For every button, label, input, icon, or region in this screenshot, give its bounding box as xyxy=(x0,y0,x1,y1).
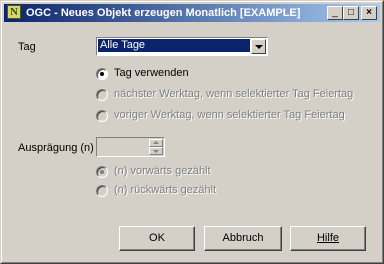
help-button-label: Hilfe xyxy=(316,232,339,244)
auspraegung-label: Ausprägung (n) xyxy=(18,142,94,154)
help-button[interactable]: Hilfe xyxy=(290,226,366,251)
radio-tag-verwenden[interactable] xyxy=(96,68,108,80)
spin-up-button[interactable] xyxy=(149,139,163,147)
cancel-button-label: Abbruch xyxy=(222,232,264,244)
radio-voriger-werktag-label: voriger Werktag, wenn selektierter Tag F… xyxy=(114,109,345,121)
title-bar[interactable]: N OGC - Neues Objekt erzeugen Monatlich … xyxy=(4,4,380,22)
dialog-window: N OGC - Neues Objekt erzeugen Monatlich … xyxy=(0,0,384,264)
tag-select-value: Alle Tage xyxy=(98,39,250,52)
tag-select-dropdown-button[interactable] xyxy=(251,39,266,54)
radio-dot xyxy=(100,170,104,174)
maximize-icon: □ xyxy=(347,7,355,18)
tag-select[interactable]: Alle Tage xyxy=(96,37,268,56)
radio-rueckwaerts[interactable] xyxy=(96,185,108,197)
chevron-down-icon xyxy=(153,150,159,153)
ok-button[interactable]: OK xyxy=(119,226,195,251)
cancel-button[interactable]: Abbruch xyxy=(204,226,282,251)
ok-button-label: OK xyxy=(149,232,165,244)
radio-naechster-werktag-label: nächster Werktag, wenn selektierter Tag … xyxy=(114,88,354,100)
radio-tag-verwenden-label: Tag verwenden xyxy=(114,67,189,79)
chevron-down-icon xyxy=(255,45,263,49)
auspraegung-spinner[interactable] xyxy=(96,137,165,157)
radio-dot xyxy=(100,72,104,76)
radio-vorwaerts-label: (n) vorwärts gezählt xyxy=(114,165,211,177)
radio-vorwaerts[interactable] xyxy=(96,166,108,178)
spin-down-button[interactable] xyxy=(149,147,163,155)
app-icon: N xyxy=(7,5,21,19)
radio-rueckwaerts-label: (n) rückwärts gezählt xyxy=(114,184,217,196)
radio-naechster-werktag[interactable] xyxy=(96,89,108,101)
window-title: OGC - Neues Objekt erzeugen Monatlich [E… xyxy=(26,7,301,19)
minimize-icon: _ xyxy=(332,7,338,18)
close-icon: × xyxy=(366,7,372,18)
maximize-button[interactable]: □ xyxy=(343,6,359,20)
minimize-button[interactable]: _ xyxy=(327,6,343,20)
close-button[interactable]: × xyxy=(361,6,377,20)
tag-label: Tag xyxy=(18,41,36,53)
chevron-up-icon xyxy=(153,141,159,144)
radio-voriger-werktag[interactable] xyxy=(96,110,108,122)
